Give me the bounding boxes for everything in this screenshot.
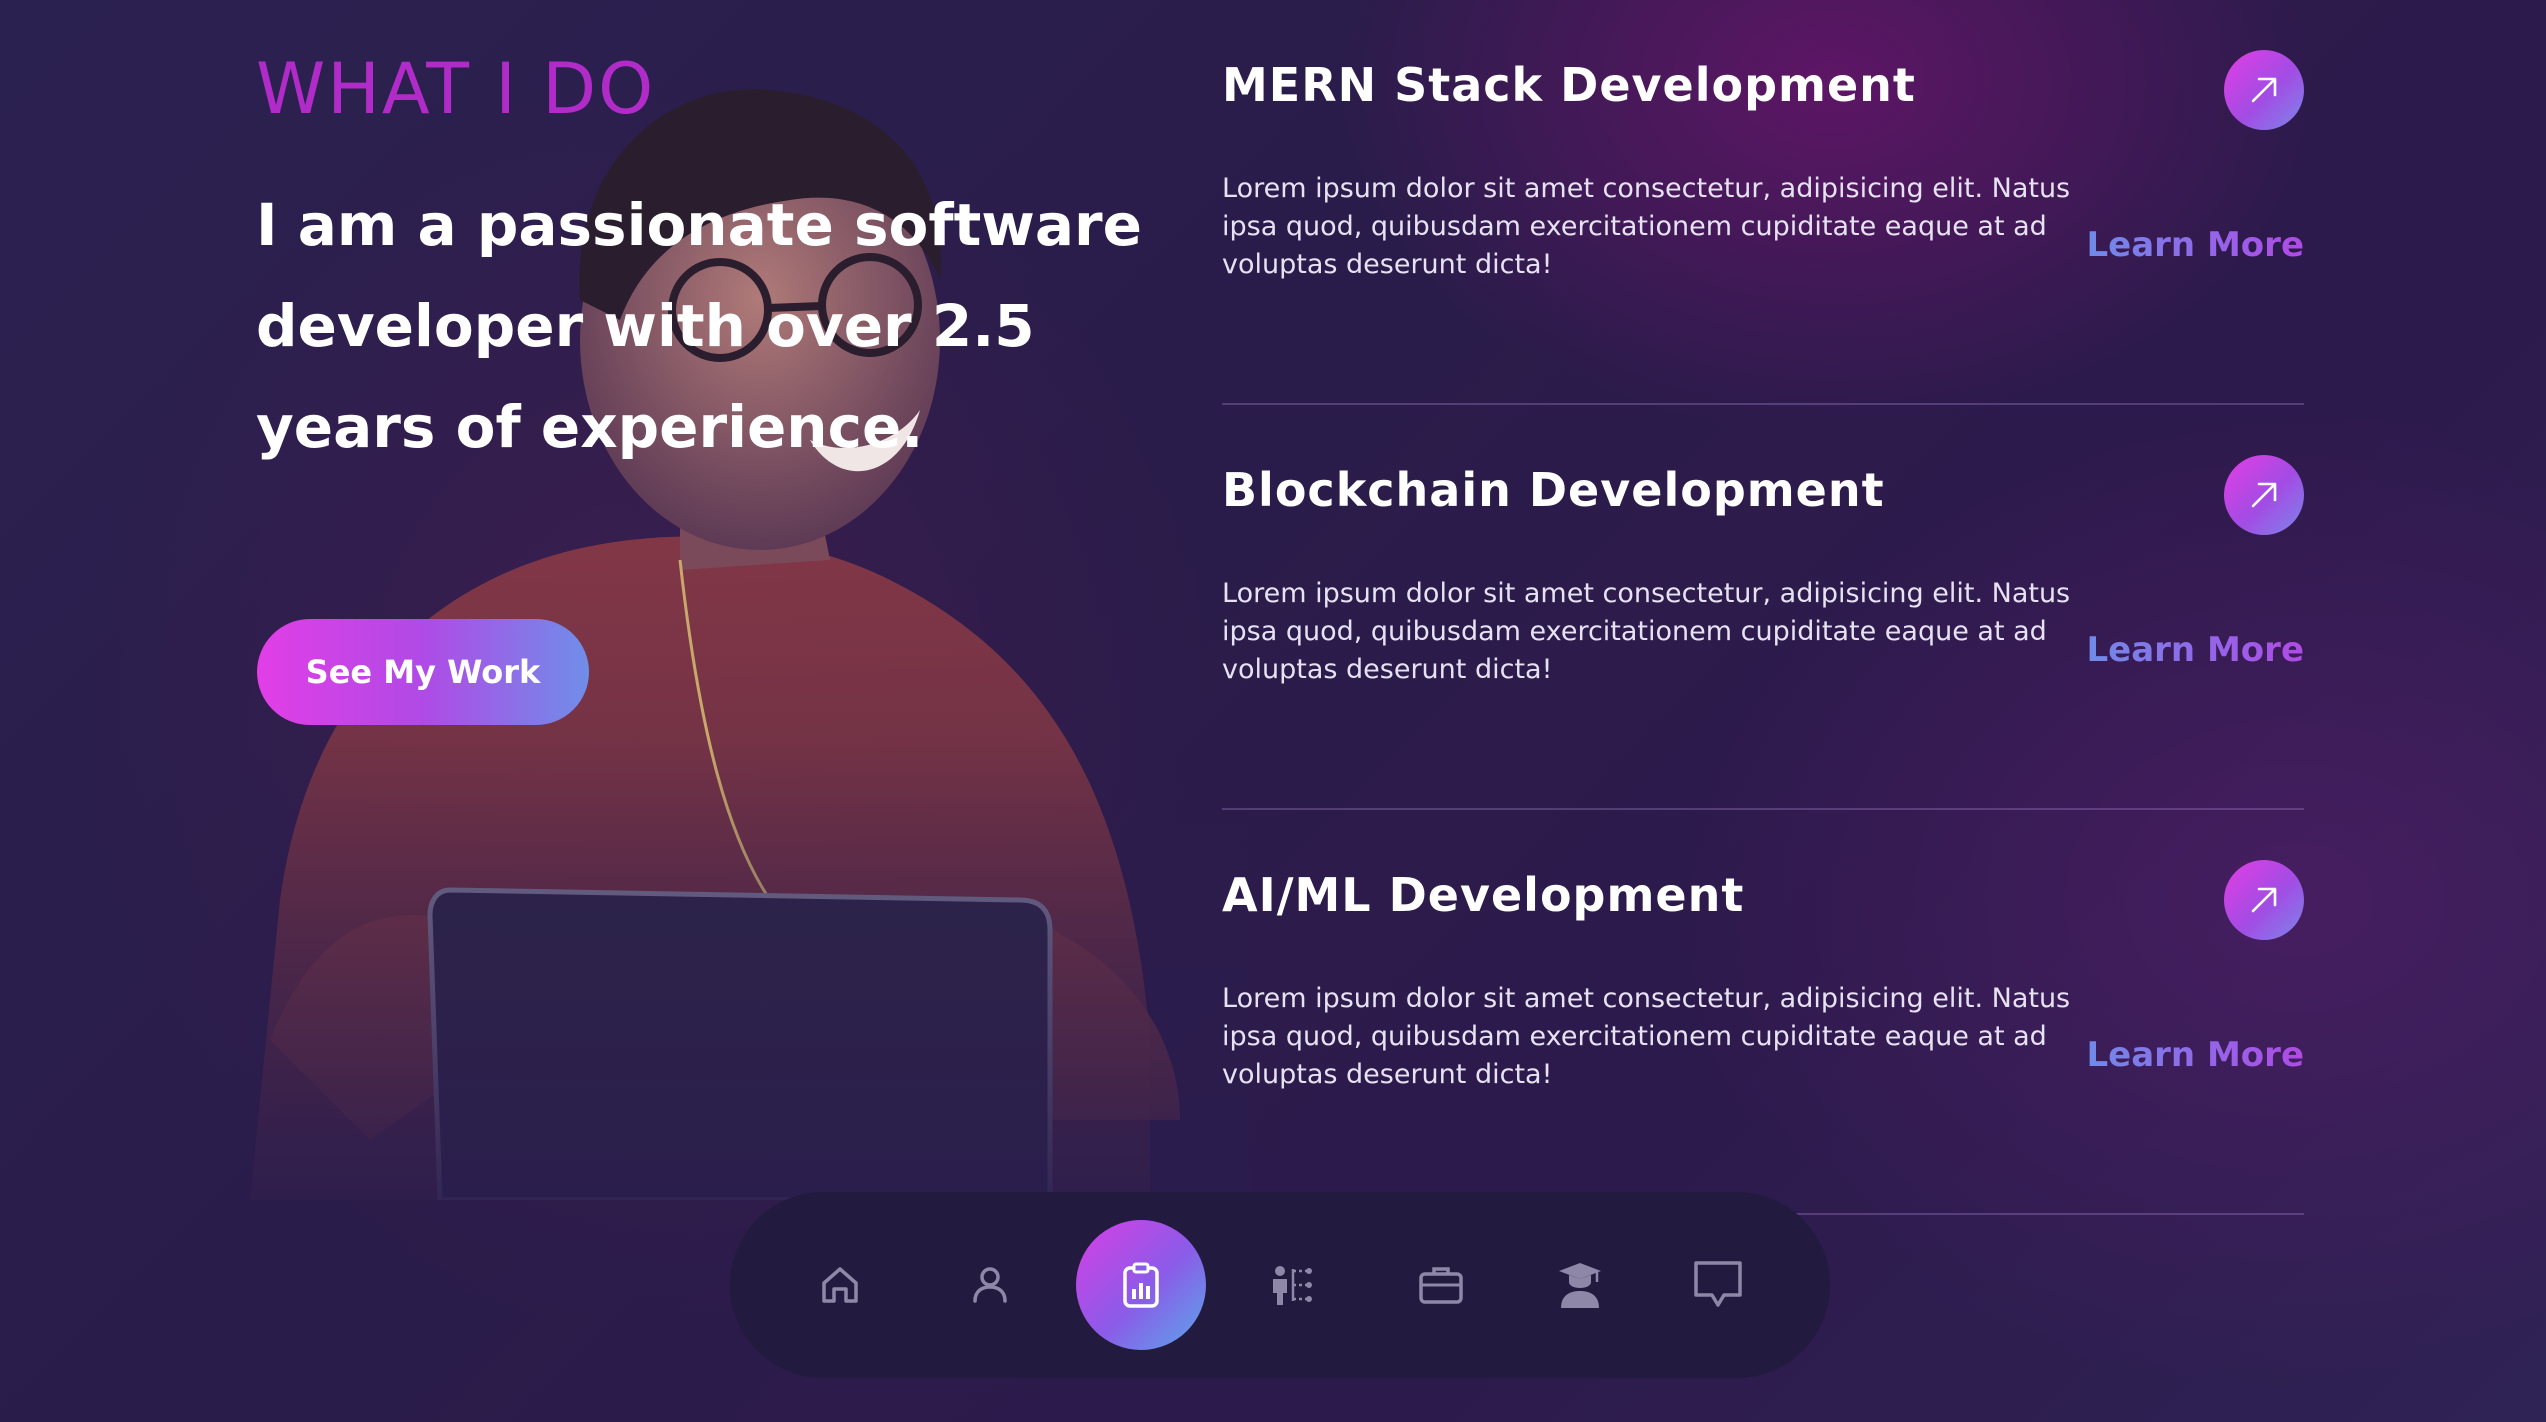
nav-portfolio[interactable] <box>1376 1220 1506 1350</box>
home-icon <box>822 1267 858 1303</box>
chat-icon <box>1694 1261 1742 1307</box>
nav-home[interactable] <box>775 1220 905 1350</box>
see-my-work-button[interactable]: See My Work <box>257 619 589 725</box>
section-kicker: WHAT I DO <box>256 48 656 130</box>
service-title: AI/ML Development <box>1222 868 1745 922</box>
skills-tree-icon <box>1273 1266 1312 1305</box>
arrow-up-right-icon <box>2251 482 2277 508</box>
nav-contact[interactable] <box>1653 1220 1783 1350</box>
service-item: AI/ML Development Lorem ipsum dolor sit … <box>1222 810 2304 1215</box>
clipboard-chart-icon <box>1123 1262 1159 1308</box>
arrow-up-right-icon <box>2251 887 2277 913</box>
service-title: MERN Stack Development <box>1222 58 1916 112</box>
briefcase-icon <box>1419 1267 1463 1304</box>
service-arrow-button[interactable] <box>2224 50 2304 130</box>
service-description: Lorem ipsum dolor sit amet consectetur, … <box>1222 578 2071 685</box>
arrow-up-right-icon <box>2251 77 2277 103</box>
service-title: Blockchain Development <box>1222 463 1885 517</box>
nav-skills[interactable] <box>1226 1220 1356 1350</box>
learn-more-link[interactable]: Learn More <box>2087 225 2305 265</box>
nav-services[interactable] <box>1076 1220 1206 1350</box>
service-item: MERN Stack Development Lorem ipsum dolor… <box>1222 0 2304 405</box>
bottom-nav-dock <box>730 1192 1830 1378</box>
service-arrow-button[interactable] <box>2224 455 2304 535</box>
intro-text: I am a passionate software developer wit… <box>256 191 1142 461</box>
service-description: Lorem ipsum dolor sit amet consectetur, … <box>1222 173 2071 280</box>
service-item: Blockchain Development Lorem ipsum dolor… <box>1222 405 2304 810</box>
service-description: Lorem ipsum dolor sit amet consectetur, … <box>1222 983 2071 1090</box>
learn-more-link[interactable]: Learn More <box>2087 630 2305 670</box>
service-arrow-button[interactable] <box>2224 860 2304 940</box>
learn-more-link[interactable]: Learn More <box>2087 1035 2305 1075</box>
graduate-icon <box>1559 1263 1601 1308</box>
nav-about[interactable] <box>925 1220 1055 1350</box>
user-icon <box>973 1267 1007 1303</box>
nav-education[interactable] <box>1515 1220 1645 1350</box>
